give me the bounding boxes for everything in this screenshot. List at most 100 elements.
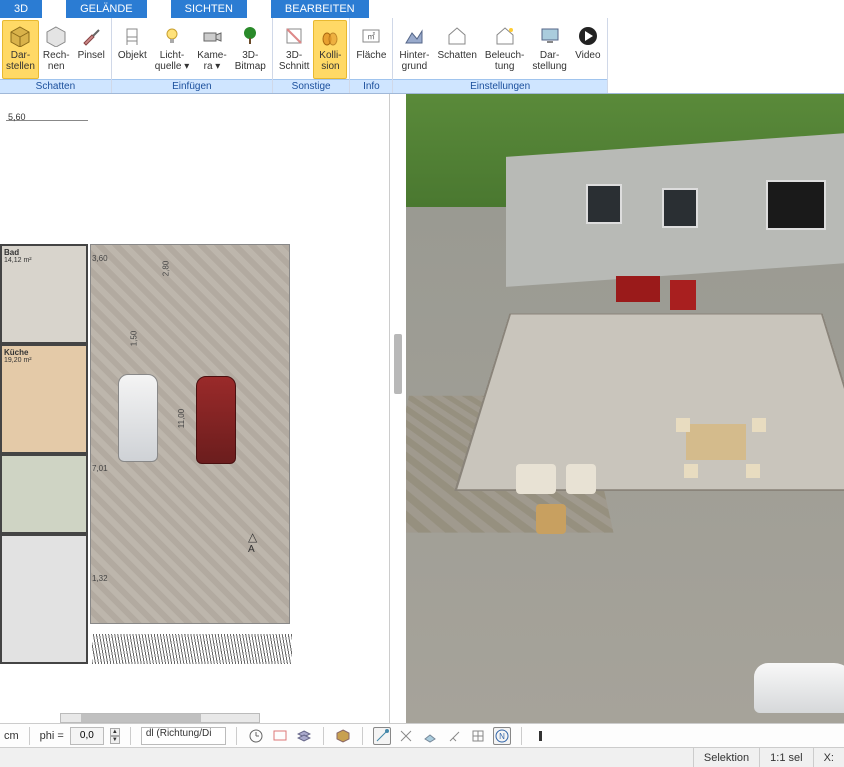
btn-label: Video — [575, 50, 600, 61]
status-scale: 1:1 sel — [759, 748, 812, 767]
car-3d[interactable] — [754, 663, 844, 713]
btn-label: 3D- Schnitt — [279, 50, 310, 72]
patio-table[interactable] — [536, 504, 566, 534]
furniture-table[interactable] — [686, 424, 746, 460]
btn-3d-schnitt[interactable]: 3D- Schnitt — [275, 20, 314, 79]
plan-canvas: Bad 14,12 m² Küche 19,20 m² △ A 3,60 2,8… — [0, 134, 290, 694]
dim-label: 7,01 — [92, 464, 108, 473]
btn-video[interactable]: Video — [571, 20, 605, 79]
monitor-icon — [537, 23, 563, 49]
btn-kollision[interactable]: Kolli- sion — [313, 20, 347, 79]
layers-icon[interactable] — [295, 727, 313, 745]
patio-sofa[interactable] — [516, 464, 556, 494]
snap-intersection-icon[interactable] — [397, 727, 415, 745]
cube-small-icon[interactable] — [334, 727, 352, 745]
status-x: X: — [813, 748, 844, 767]
section-marker[interactable]: △ A — [248, 530, 257, 555]
view-2d-floorplan[interactable]: 5,60 Bad 14,12 m² Küche 19,20 m² △ A 3,6… — [0, 94, 390, 723]
view-splitter[interactable] — [390, 94, 406, 723]
ribbon-tabs: 3D GELÄNDE SICHTEN BEARBEITEN — [0, 0, 844, 18]
group-label-einfuegen: Einfügen — [112, 79, 272, 93]
group-label-info: Info — [350, 79, 392, 93]
btn-3d-bitmap[interactable]: 3D- Bitmap — [231, 20, 270, 79]
room-area: 14,12 m² — [4, 257, 84, 264]
btn-label: Dar- stellung — [532, 50, 566, 72]
btn-hintergrund[interactable]: Hinter- grund — [395, 20, 433, 79]
group-label-schatten: Schatten — [0, 79, 111, 93]
terrain-hatch — [92, 634, 292, 664]
tab-sichten[interactable]: SICHTEN — [171, 0, 247, 18]
group-label-einstellungen: Einstellungen — [393, 79, 606, 93]
phi-input[interactable] — [70, 727, 104, 745]
room-garage[interactable] — [0, 534, 88, 664]
btn-label: Kame- ra ▾ — [197, 50, 226, 72]
tree-icon — [237, 23, 263, 49]
clock-icon[interactable] — [247, 727, 265, 745]
ribbon-group-einstellungen: Hinter- grund Schatten Beleuch- tung Dar… — [393, 18, 607, 93]
room-bath[interactable]: Bad 14,12 m² — [0, 244, 88, 344]
btn-label: 3D- Bitmap — [235, 50, 266, 72]
status-bar: Selektion 1:1 sel X: — [0, 747, 844, 767]
car-red[interactable] — [196, 376, 236, 464]
bottom-toolbar: cm phi = ▲▼ dl (Richtung/Di N — [0, 723, 844, 747]
dim-label: 1,50 — [129, 331, 138, 347]
screen-icon[interactable] — [271, 727, 289, 745]
furniture-chair[interactable] — [676, 418, 690, 432]
snap-endpoint-icon[interactable] — [373, 727, 391, 745]
car-white[interactable] — [118, 374, 158, 462]
snap-plane-icon[interactable] — [421, 727, 439, 745]
btn-label: Licht- quelle ▾ — [155, 50, 190, 72]
btn-rechnen[interactable]: Rech- nen — [39, 20, 74, 79]
chair-icon — [119, 23, 145, 49]
btn-objekt[interactable]: Objekt — [114, 20, 151, 79]
btn-pinsel[interactable]: Pinsel — [74, 20, 109, 79]
tab-3d[interactable]: 3D — [0, 0, 42, 18]
ribbon-group-info: ㎡ Fläche Info — [350, 18, 393, 93]
btn-flaeche[interactable]: ㎡ Fläche — [352, 20, 390, 79]
room-living[interactable] — [0, 454, 88, 534]
camera-icon — [199, 23, 225, 49]
furniture-armchair[interactable] — [670, 280, 696, 310]
info-pointer-icon[interactable] — [532, 727, 550, 745]
btn-label: Objekt — [118, 50, 147, 61]
room-kitchen[interactable]: Küche 19,20 m² — [0, 344, 88, 454]
status-selektion: Selektion — [693, 748, 759, 767]
furniture-chair[interactable] — [746, 464, 760, 478]
phi-label: phi = — [40, 730, 64, 742]
room-area: 19,20 m² — [4, 357, 84, 364]
snap-perp-icon[interactable] — [445, 727, 463, 745]
tab-gelaende[interactable]: GELÄNDE — [66, 0, 147, 18]
group-label-sonstige: Sonstige — [273, 79, 350, 93]
section-icon — [281, 23, 307, 49]
btn-label: Beleuch- tung — [485, 50, 524, 72]
svg-text:N: N — [500, 732, 506, 741]
furniture-sofa[interactable] — [616, 276, 660, 302]
cube-icon — [7, 23, 33, 49]
tab-bearbeiten[interactable]: BEARBEITEN — [271, 0, 369, 18]
play-icon — [575, 23, 601, 49]
furniture-chair[interactable] — [684, 464, 698, 478]
house-shadow-icon — [444, 23, 470, 49]
btn-schatten[interactable]: Schatten — [433, 20, 480, 79]
btn-beleuchtung[interactable]: Beleuch- tung — [481, 20, 528, 79]
btn-label: Fläche — [356, 50, 386, 61]
room-label: Bad — [4, 248, 84, 257]
btn-label: Pinsel — [78, 50, 105, 61]
patio-chair[interactable] — [566, 464, 596, 494]
ribbon-group-schatten: Dar- stellen Rech- nen Pinsel Schatten — [0, 18, 112, 93]
ribbon-group-einfuegen: Objekt Licht- quelle ▾ Kame- ra ▾ 3D- Bi… — [112, 18, 273, 93]
north-icon[interactable]: N — [493, 727, 511, 745]
grid-icon[interactable] — [469, 727, 487, 745]
btn-darstellung[interactable]: Dar- stellung — [528, 20, 570, 79]
splitter-handle[interactable] — [394, 334, 402, 394]
btn-darstellen[interactable]: Dar- stellen — [2, 20, 39, 79]
view-3d[interactable] — [406, 94, 844, 723]
scrollbar-2d-horizontal[interactable] — [60, 713, 260, 723]
mode-dropdown[interactable]: dl (Richtung/Di — [141, 727, 227, 745]
dim-label: 2,80 — [161, 261, 170, 277]
house-light-icon — [492, 23, 518, 49]
btn-lichtquelle[interactable]: Licht- quelle ▾ — [151, 20, 194, 79]
btn-kamera[interactable]: Kame- ra ▾ — [193, 20, 230, 79]
furniture-chair[interactable] — [752, 418, 766, 432]
phi-spinner[interactable]: ▲▼ — [110, 728, 120, 744]
